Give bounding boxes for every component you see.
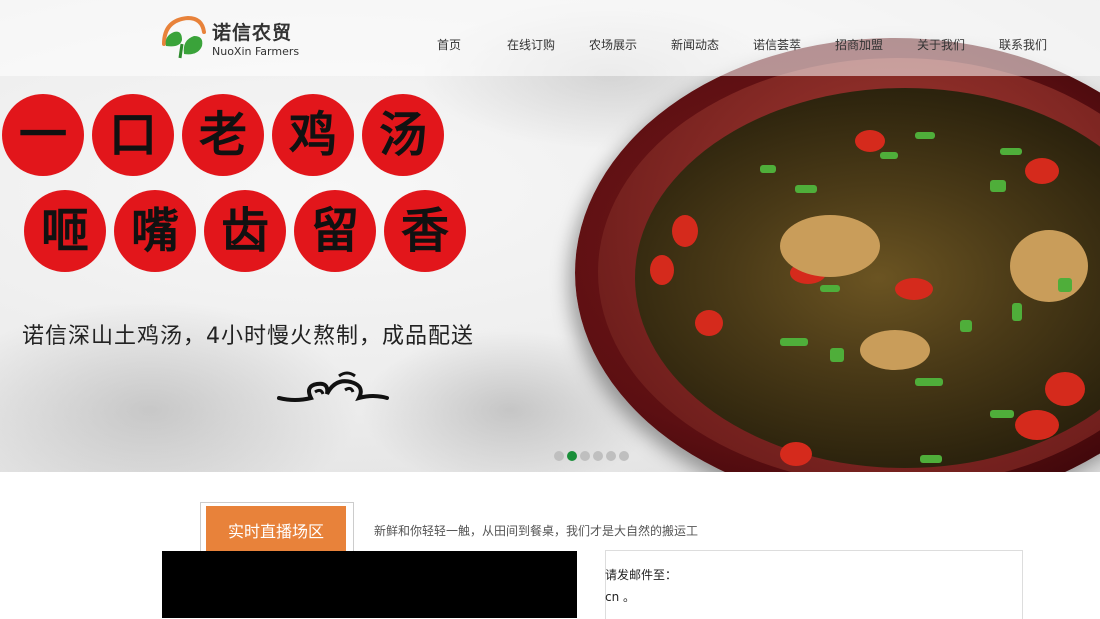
slider-dot[interactable] [606, 451, 616, 461]
headline-char: 汤 [362, 94, 444, 176]
headline-char: 齿 [204, 190, 286, 272]
slider-dot[interactable] [593, 451, 603, 461]
headline-char: 老 [182, 94, 264, 176]
nav-farm-showcase[interactable]: 农场展示 [572, 36, 654, 53]
auspicious-cloud-icon [277, 371, 389, 402]
logo-name-en: NuoXin Farmers [212, 45, 300, 58]
leaf-logo-icon [162, 15, 206, 59]
slider-pagination [554, 451, 632, 461]
headline-char: 留 [294, 190, 376, 272]
headline-line-2: 咂 嘴 齿 留 香 [24, 190, 474, 272]
main-nav: 首页 在线订购 农场展示 新闻动态 诺信荟萃 招商加盟 关于我们 联系我们 [408, 36, 1064, 53]
logo-name-cn: 诺信农贸 [212, 22, 293, 44]
nav-about[interactable]: 关于我们 [900, 36, 982, 53]
section-tagline: 新鲜和你轻轻一触，从田间到餐桌，我们才是大自然的搬运工 [374, 524, 699, 538]
nav-online-order[interactable]: 在线订购 [490, 36, 572, 53]
headline-char: 嘴 [114, 190, 196, 272]
nav-home[interactable]: 首页 [408, 36, 490, 53]
nav-franchise[interactable]: 招商加盟 [818, 36, 900, 53]
nav-contact[interactable]: 联系我们 [982, 36, 1064, 53]
headline-line-1: 一 口 老 鸡 汤 [2, 94, 452, 176]
headline-char: 鸡 [272, 94, 354, 176]
live-stream-tab[interactable]: 实时直播场区 [206, 506, 346, 554]
headline-char: 一 [2, 94, 84, 176]
slider-dot[interactable] [554, 451, 564, 461]
hero-slogan: 诺信深山土鸡汤，4小时慢火熬制，成品配送 [22, 324, 474, 349]
headline-char: 咂 [24, 190, 106, 272]
nav-collection[interactable]: 诺信荟萃 [736, 36, 818, 53]
contact-email-label: 请发邮件至： [605, 568, 678, 582]
nav-news[interactable]: 新闻动态 [654, 36, 736, 53]
slider-dot-active[interactable] [567, 451, 577, 461]
site-header: 诺信农贸 NuoXin Farmers 首页 在线订购 农场展示 新闻动态 诺信… [0, 0, 1100, 76]
live-video-player[interactable] [162, 551, 577, 618]
headline-char: 香 [384, 190, 466, 272]
contact-info-box [605, 550, 1023, 619]
slider-dot[interactable] [580, 451, 590, 461]
slider-dot[interactable] [619, 451, 629, 461]
site-logo[interactable]: 诺信农贸 NuoXin Farmers [158, 14, 299, 62]
contact-email-value: cn 。 [605, 590, 636, 604]
headline-char: 口 [92, 94, 174, 176]
